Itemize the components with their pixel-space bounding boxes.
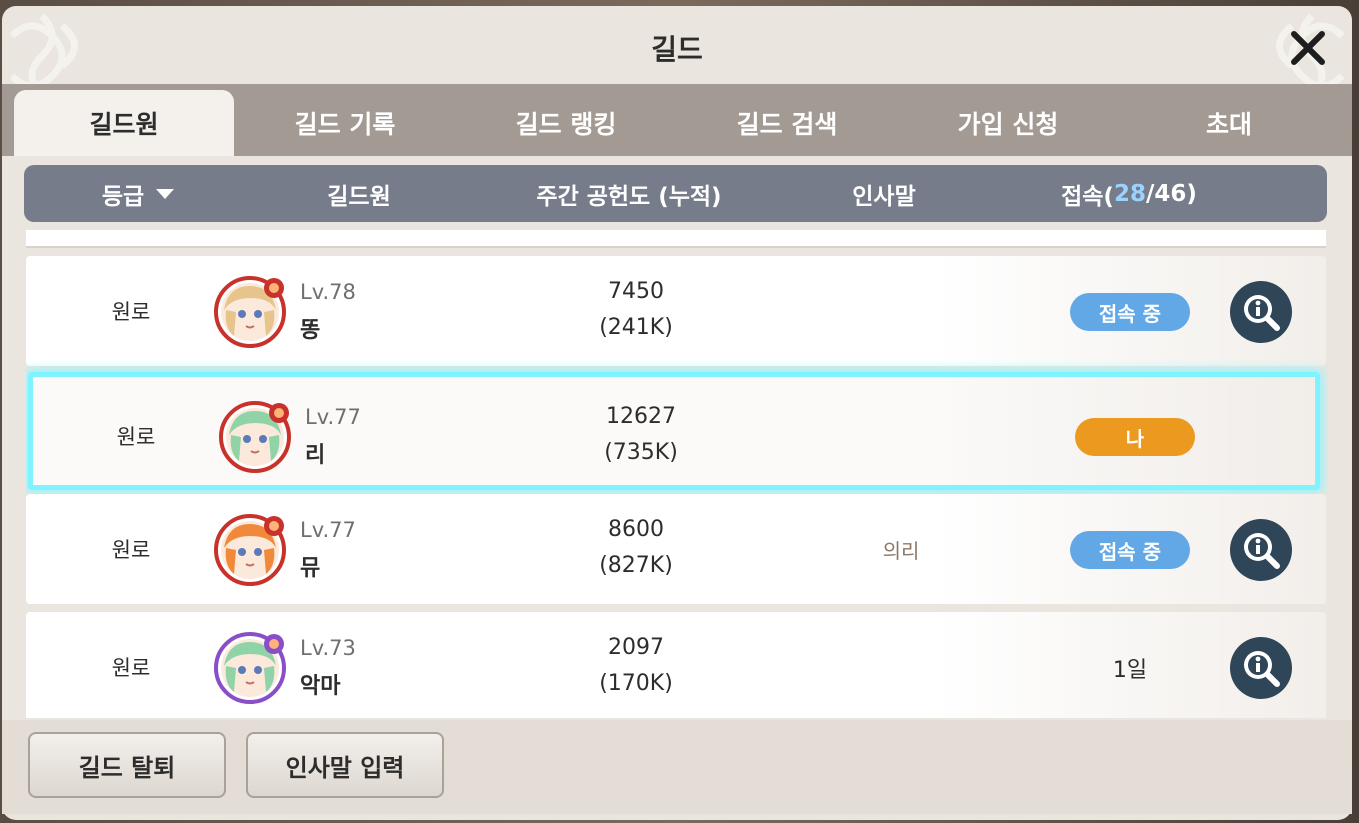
member-grade: 원로 [111,656,151,680]
header-greeting: 인사말 [852,183,916,210]
member-row[interactable]: 원로 Lv.77 뮤 8600 (827K) 의리 접속 중 [26,494,1326,604]
tab-guild-search[interactable]: 길드 검색 [677,90,897,156]
member-avatar[interactable] [219,401,291,473]
tab-join-requests[interactable]: 가입 신청 [898,90,1118,156]
member-name: 악마 [300,674,341,699]
magnifier-info-icon [1244,295,1280,331]
header-grade-sort[interactable]: 등급 [64,165,214,222]
inspect-member-button[interactable] [1230,519,1292,581]
member-name: 리 [305,443,326,468]
online-count: 28 [1113,180,1146,207]
magnifier-info-icon [1244,533,1280,569]
weekly-contribution: 12627 [606,404,676,429]
tab-guild-ranking[interactable]: 길드 랭킹 [456,90,676,156]
total-contribution: (827K) [599,553,673,578]
member-avatar[interactable] [214,514,286,586]
member-row[interactable]: 원로 Lv.73 악마 2097 (170K) 1일 [26,612,1326,718]
member-row[interactable]: 원로 Lv.77 리 12627 (735K) 나 [28,372,1320,490]
member-grade: 원로 [111,300,151,324]
header-online-close: ) [1186,180,1197,207]
tab-invite[interactable]: 초대 [1119,90,1339,156]
member-grade: 원로 [116,425,156,449]
member-level: Lv.78 [300,280,356,304]
member-status-badge: 나 [1075,418,1195,456]
member-contribution: 8600 (827K) [536,512,736,584]
weekly-contribution: 7450 [608,279,664,304]
member-greeting [851,381,961,491]
inspect-member-button[interactable] [1230,637,1292,699]
member-avatar[interactable] [214,276,286,348]
inspect-member-button[interactable] [1230,281,1292,343]
total-contribution: (170K) [599,671,673,696]
online-total: 46 [1154,180,1187,207]
avatar-portrait-icon [214,276,286,348]
enter-greeting-button[interactable]: 인사말 입력 [246,732,444,798]
list-row-partial [26,230,1326,248]
total-contribution: (241K) [599,315,673,340]
member-status-badge: 접속 중 [1070,293,1190,331]
member-grade: 원로 [111,538,151,562]
caret-down-icon [156,188,175,199]
weekly-contribution: 8600 [608,517,664,542]
avatar-portrait-icon [214,514,286,586]
member-name: 똥 [300,318,321,343]
avatar-portrait-icon [219,401,291,473]
member-greeting [846,612,956,718]
close-button[interactable] [1286,26,1330,70]
member-greeting: 의리 [882,538,920,563]
member-level: Lv.77 [305,405,361,429]
header-contribution: 주간 공헌도 (누적) [536,183,722,210]
member-name: 뮤 [300,556,321,581]
window-title: 길드 [651,33,703,66]
header-online-label: 접속( [1061,183,1114,210]
member-list-header: 등급 길드원 주간 공헌도 (누적) 인사말 접속(28/46) [24,165,1327,222]
member-status-badge: 1일 [1112,658,1148,683]
weekly-contribution: 2097 [608,635,664,660]
member-contribution: 2097 (170K) [536,630,736,702]
tab-guild-log[interactable]: 길드 기록 [235,90,455,156]
header-online: 접속(28/46) [1034,165,1224,222]
header-grade: 등급 [101,183,145,210]
online-separator: / [1145,180,1155,207]
close-icon [1291,31,1325,65]
member-level: Lv.77 [300,518,356,542]
magnifier-info-icon [1244,651,1280,687]
member-level: Lv.73 [300,636,356,660]
member-avatar[interactable] [214,632,286,704]
member-contribution: 7450 (241K) [536,274,736,346]
tab-members[interactable]: 길드원 [14,90,234,156]
leave-guild-button[interactable]: 길드 탈퇴 [28,732,226,798]
avatar-portrait-icon [214,632,286,704]
total-contribution: (735K) [604,440,678,465]
member-list[interactable]: 원로 Lv.78 똥 7450 (241K) 접속 중 원로 Lv.77 리 1… [26,230,1328,718]
member-greeting [846,256,956,366]
member-row[interactable]: 원로 Lv.78 똥 7450 (241K) 접속 중 [26,256,1326,366]
header-member: 길드원 [327,183,391,210]
member-status-badge: 접속 중 [1070,531,1190,569]
member-contribution: 12627 (735K) [541,399,741,471]
